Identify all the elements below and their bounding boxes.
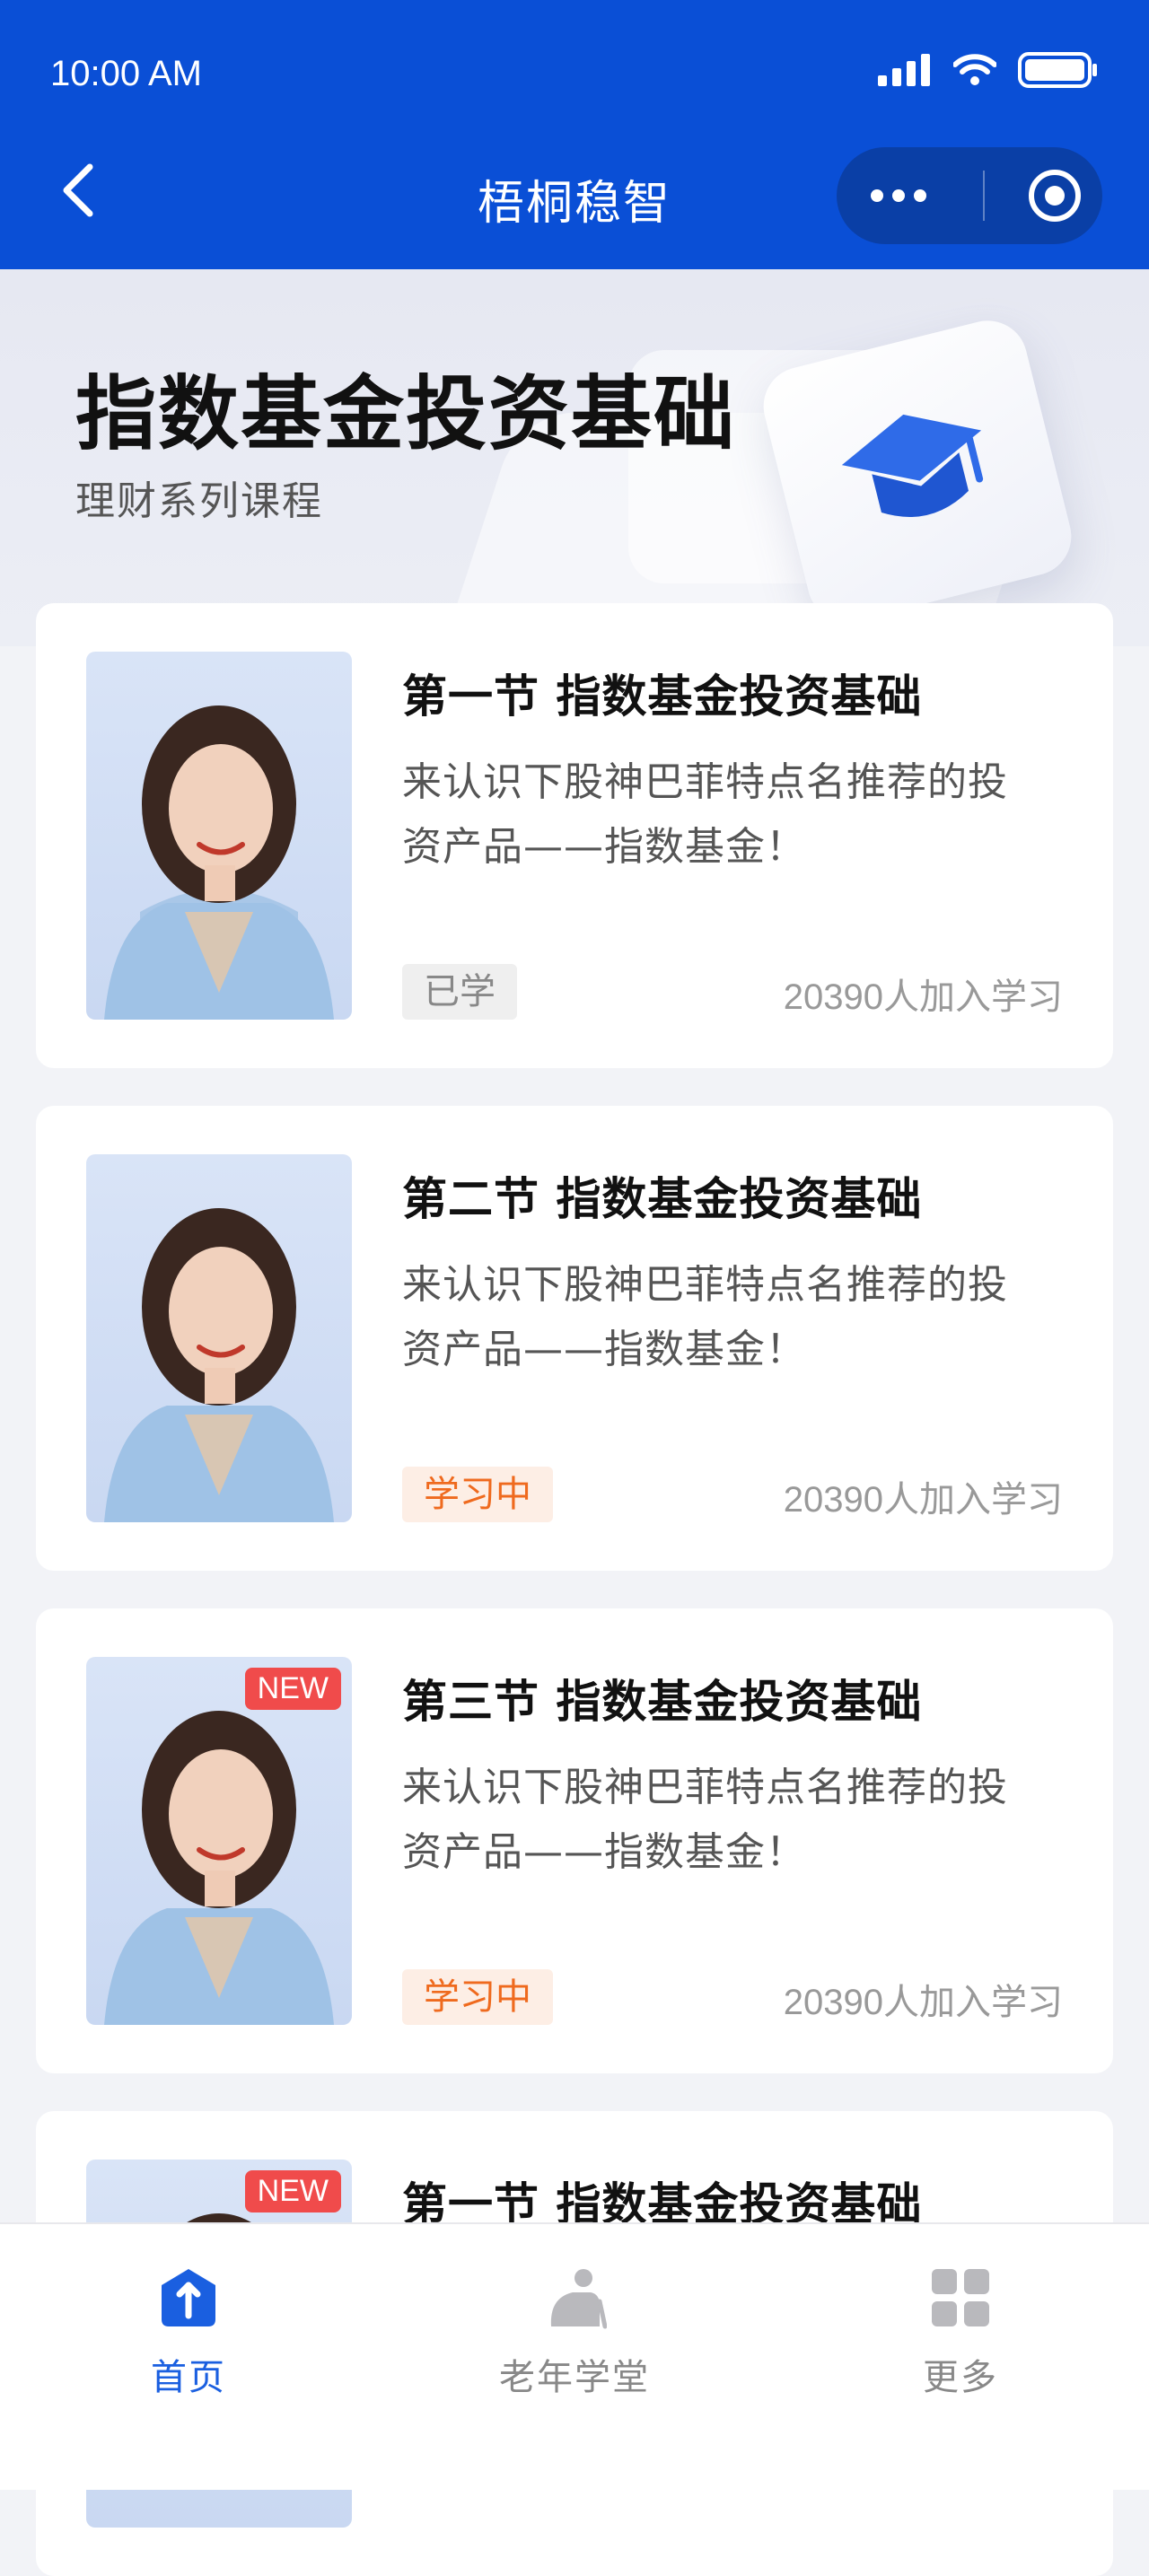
course-card[interactable]: 第二节 指数基金投资基础 来认识下股神巴菲特点名推荐的投 资产品——指数基金！ …	[36, 1106, 1113, 1571]
new-badge: NEW	[244, 1668, 341, 1710]
grid-icon	[932, 2269, 989, 2326]
wifi-icon	[953, 54, 996, 85]
course-title: 第二节 指数基金投资基础	[402, 1173, 923, 1225]
instructor-portrait	[104, 1208, 334, 1522]
course-description-line: 资产品——指数基金！	[402, 1327, 806, 1372]
status-tag: 学习中	[402, 1467, 553, 1522]
course-title: 第三节 指数基金投资基础	[402, 1676, 923, 1728]
tab-home-label: 首页	[151, 2357, 226, 2398]
learner-count: 20390人加入学习	[783, 1480, 1063, 1520]
learner-count: 20390人加入学习	[783, 977, 1063, 1017]
course-description: 来认识下股神巴菲特点名推荐的投 资产品——指数基金！	[402, 1756, 1084, 1885]
instructor-photo	[86, 1154, 352, 1522]
course-description-line: 来认识下股神巴菲特点名推荐的投	[402, 1765, 1008, 1810]
status-tag: 学习中	[402, 1969, 553, 2025]
banner-subtitle: 理财系列课程	[75, 478, 323, 524]
mini-program-capsule	[837, 147, 1102, 244]
top-bar: 10:00 AM 梧桐稳智	[0, 0, 1149, 269]
course-description: 来认识下股神巴菲特点名推荐的投 资产品——指数基金！	[402, 1253, 1084, 1382]
instructor-photo	[86, 652, 352, 1020]
graduation-cap-icon	[841, 414, 984, 518]
instructor-portrait	[104, 705, 334, 1020]
status-time: 10:00 AM	[50, 54, 203, 93]
course-card[interactable]: 第一节 指数基金投资基础 来认识下股神巴菲特点名推荐的投 资产品——指数基金！ …	[36, 603, 1113, 1068]
tab-senior-school-label: 老年学堂	[499, 2357, 650, 2398]
status-icons	[878, 52, 1099, 88]
course-description-line: 来认识下股神巴菲特点名推荐的投	[402, 1262, 1008, 1308]
learner-count: 20390人加入学习	[783, 1983, 1063, 2022]
tab-home[interactable]: 首页	[54, 2265, 323, 2400]
capsule-divider	[982, 171, 985, 221]
course-banner: 指数基金投资基础 理财系列课程	[0, 269, 1149, 646]
more-menu-icon[interactable]	[858, 189, 939, 202]
new-badge: NEW	[244, 2170, 341, 2212]
course-card[interactable]: NEW 第三节 指数基金投资基础 来认识下股神巴菲特点名推荐的投 资产品——指数…	[36, 1608, 1113, 2073]
battery-icon	[1018, 52, 1097, 88]
tab-more-label: 更多	[923, 2357, 998, 2398]
elderly-person-icon	[550, 2269, 608, 2329]
instructor-portrait	[104, 1711, 334, 2025]
signal-icon	[878, 54, 930, 86]
banner-title: 指数基金投资基础	[75, 367, 736, 461]
course-description-line: 资产品——指数基金！	[402, 1829, 806, 1875]
status-tag: 已学	[402, 964, 517, 1020]
course-description-line: 资产品——指数基金！	[402, 824, 806, 870]
home-icon	[162, 2269, 215, 2326]
course-title: 第一节 指数基金投资基础	[402, 670, 923, 723]
close-target-icon[interactable]	[1028, 170, 1081, 222]
instructor-photo: NEW	[86, 1657, 352, 2025]
tab-more[interactable]: 更多	[826, 2265, 1095, 2400]
bottom-tab-bar: 首页 老年学堂 更多	[0, 2222, 1149, 2490]
course-description-line: 来认识下股神巴菲特点名推荐的投	[402, 759, 1008, 805]
course-description: 来认识下股神巴菲特点名推荐的投 资产品——指数基金！	[402, 750, 1084, 880]
tab-senior-school[interactable]: 老年学堂	[440, 2265, 709, 2400]
